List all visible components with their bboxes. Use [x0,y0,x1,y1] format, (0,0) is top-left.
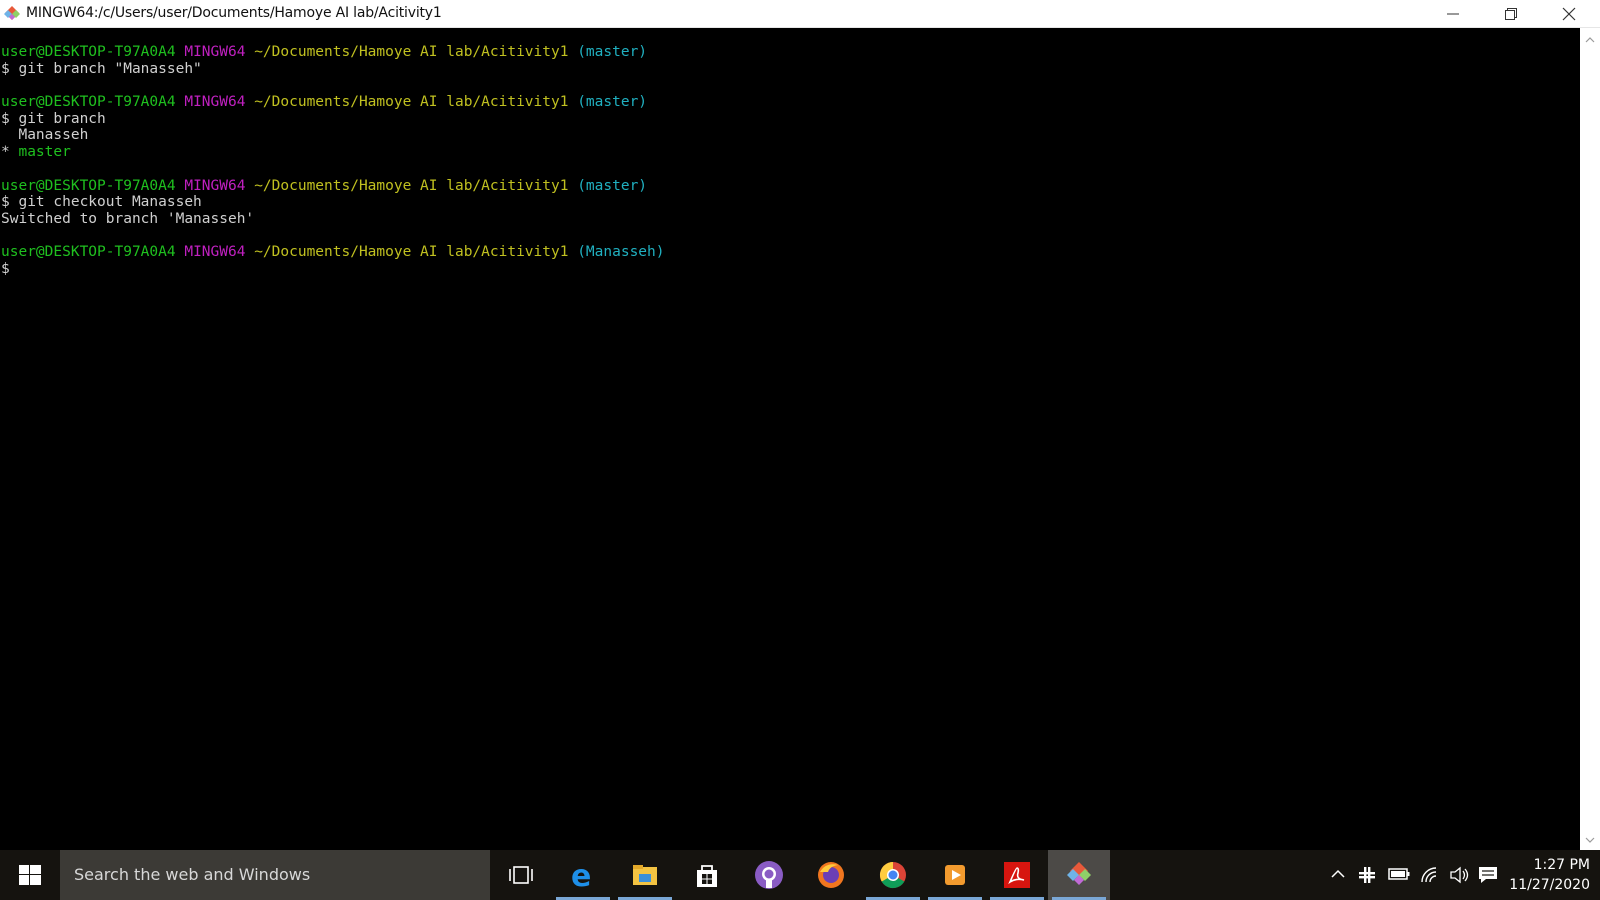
restore-button[interactable] [1488,0,1534,28]
git-bash-icon [1067,862,1091,885]
terminal-text-segment: $ git branch "Manasseh" [1,60,202,77]
task-view-button[interactable] [490,850,552,900]
file-explorer-taskbar-button[interactable] [614,850,676,900]
terminal-text-segment: $ git branch [1,110,106,127]
github-icon [755,861,783,889]
volume-icon[interactable] [1450,866,1470,884]
battery-icon[interactable] [1388,866,1410,882]
taskbar-clock[interactable]: 1:27 PM 11/27/2020 [1500,855,1590,895]
task-view-icon [509,866,533,884]
start-button[interactable] [0,850,60,900]
terminal-text-segment: ~/Documents/Hamoye AI lab/Acitivity1 [254,94,569,111]
terminal-text-segment: $ [1,260,10,277]
terminal-text-segment: (master) [577,177,648,194]
terminal-text-segment: MINGW64 [184,177,246,194]
file-explorer-icon [633,865,657,885]
terminal-line: user@DESKTOP-T97A0A4 MINGW64 ~/Documents… [1,44,665,61]
terminal-line: $ git checkout Manasseh [1,194,665,211]
terminal-area[interactable]: user@DESKTOP-T97A0A4 MINGW64 ~/Documents… [0,28,1580,850]
terminal-text-segment: $ git checkout Manasseh [1,194,202,211]
terminal-text-segment: user@DESKTOP-T97A0A4 [1,244,176,261]
minimize-icon [1447,13,1459,15]
terminal-text-segment: (master) [577,94,648,111]
edge-icon: e [571,860,591,890]
acrobat-icon [1004,862,1030,888]
chrome-icon [879,861,906,889]
terminal-text-segment: MINGW64 [184,94,246,111]
terminal-text-segment: Manasseh [1,127,89,144]
terminal-line: $ git branch [1,111,665,128]
terminal-line: $ [1,261,665,278]
terminal-text-segment: user@DESKTOP-T97A0A4 [1,94,176,111]
terminal-text-segment: (master) [577,44,648,60]
svg-text:e: e [571,860,591,890]
git-bash-app-icon [4,6,20,20]
terminal-text-segment: ~/Documents/Hamoye AI lab/Acitivity1 [254,177,569,194]
terminal-line: Manasseh [1,127,665,144]
media-player-taskbar-button[interactable] [924,850,986,900]
terminal-text-segment: master [18,144,71,161]
window-title: MINGW64:/c/Users/user/Documents/Hamoye A… [26,5,442,21]
system-tray [1330,850,1497,900]
scroll-up-arrow-icon[interactable] [1585,36,1595,44]
scroll-down-arrow-icon[interactable] [1585,836,1595,844]
terminal-line: $ git branch "Manasseh" [1,61,665,78]
window-title-bar[interactable]: MINGW64:/c/Users/user/Documents/Hamoye A… [0,0,1600,28]
close-button[interactable] [1546,0,1592,28]
store-icon [697,865,717,887]
terminal-text-segment: ~/Documents/Hamoye AI lab/Acitivity1 [254,44,569,60]
vertical-scrollbar[interactable] [1580,28,1600,850]
restore-icon [1505,8,1517,20]
terminal-text-segment: user@DESKTOP-T97A0A4 [1,177,176,194]
store-taskbar-button[interactable] [676,850,738,900]
firefox-taskbar-button[interactable] [800,850,862,900]
git-bash-taskbar-button[interactable] [1048,850,1110,900]
terminal-line: user@DESKTOP-T97A0A4 MINGW64 ~/Documents… [1,244,665,261]
terminal-text-segment: user@DESKTOP-T97A0A4 [1,44,176,60]
terminal-text-segment: * [1,144,19,161]
terminal-line: * master [1,144,665,161]
edge-taskbar-button[interactable]: e [552,850,614,900]
media-player-icon [945,865,965,885]
search-placeholder: Search the web and Windows [74,865,311,884]
chrome-taskbar-button[interactable] [862,850,924,900]
wifi-icon[interactable] [1420,866,1440,884]
minimize-button[interactable] [1430,0,1476,28]
taskbar: Search the web and Windows e 1:27 PM 11/… [0,850,1600,900]
clock-time: 1:27 PM [1533,857,1590,873]
terminal-text-segment: (Manasseh) [577,244,665,261]
acrobat-taskbar-button[interactable] [986,850,1048,900]
firefox-icon [818,862,844,888]
terminal-line: user@DESKTOP-T97A0A4 MINGW64 ~/Documents… [1,94,665,111]
terminal-line: user@DESKTOP-T97A0A4 MINGW64 ~/Documents… [1,178,665,195]
terminal-output: user@DESKTOP-T97A0A4 MINGW64 ~/Documents… [1,44,665,278]
terminal-text-segment: MINGW64 [184,44,246,60]
github-taskbar-button[interactable] [738,850,800,900]
slack-icon[interactable] [1358,866,1376,884]
show-hidden-icons-chevron-icon[interactable] [1330,866,1346,882]
terminal-text-segment: MINGW64 [184,244,246,261]
action-center-icon[interactable] [1478,866,1498,884]
terminal-text-segment: ~/Documents/Hamoye AI lab/Acitivity1 [254,244,569,261]
terminal-text-segment: Switched to branch 'Manasseh' [1,210,255,227]
terminal-line: Switched to branch 'Manasseh' [1,211,665,228]
clock-date: 11/27/2020 [1509,877,1590,893]
windows-logo-icon [19,865,41,885]
taskbar-search-box[interactable]: Search the web and Windows [60,850,490,900]
close-icon [1562,7,1576,21]
